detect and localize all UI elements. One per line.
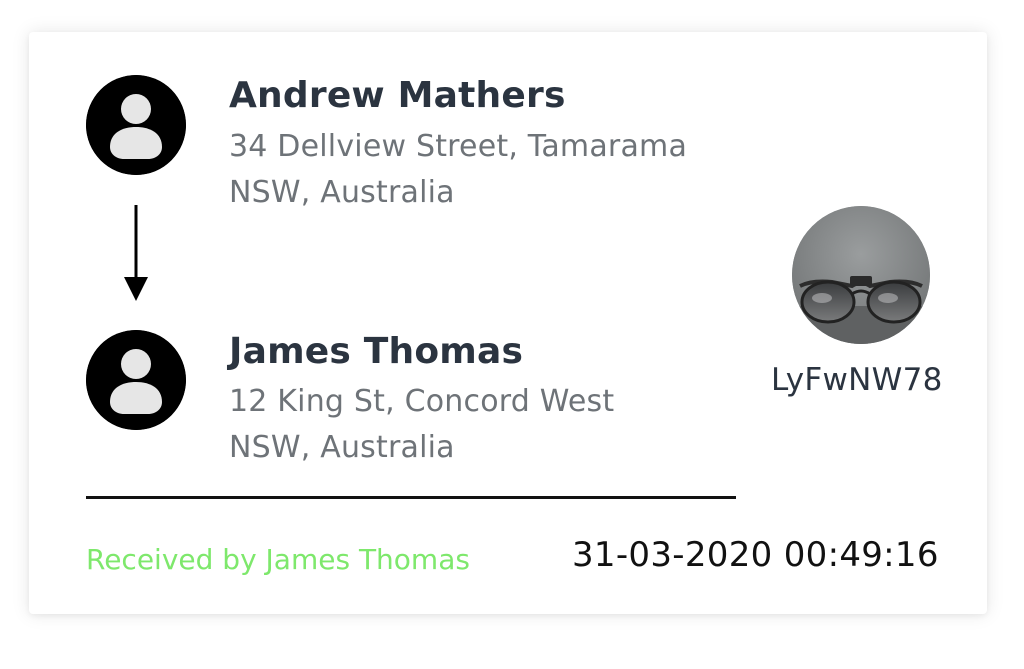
timestamp: 31-03-2020 00:49:16 xyxy=(572,535,939,575)
item-photo xyxy=(792,206,930,344)
receiver-avatar-icon xyxy=(86,330,186,430)
divider xyxy=(86,496,736,499)
sender-name: Andrew Mathers xyxy=(229,75,566,116)
receiver-name: James Thomas xyxy=(229,331,524,372)
arrow-down-icon xyxy=(122,205,150,303)
item-code: LyFwNW78 xyxy=(771,362,943,398)
receiver-address-line1: 12 King St, Concord West xyxy=(229,384,615,419)
sender-avatar-icon xyxy=(86,75,186,175)
sender-address-line2: NSW, Australia xyxy=(229,175,455,210)
sender-address-line1: 34 Dellview Street, Tamarama xyxy=(229,129,688,164)
status-text: Received by James Thomas xyxy=(86,543,470,576)
receiver-address-line2: NSW, Australia xyxy=(229,430,455,465)
